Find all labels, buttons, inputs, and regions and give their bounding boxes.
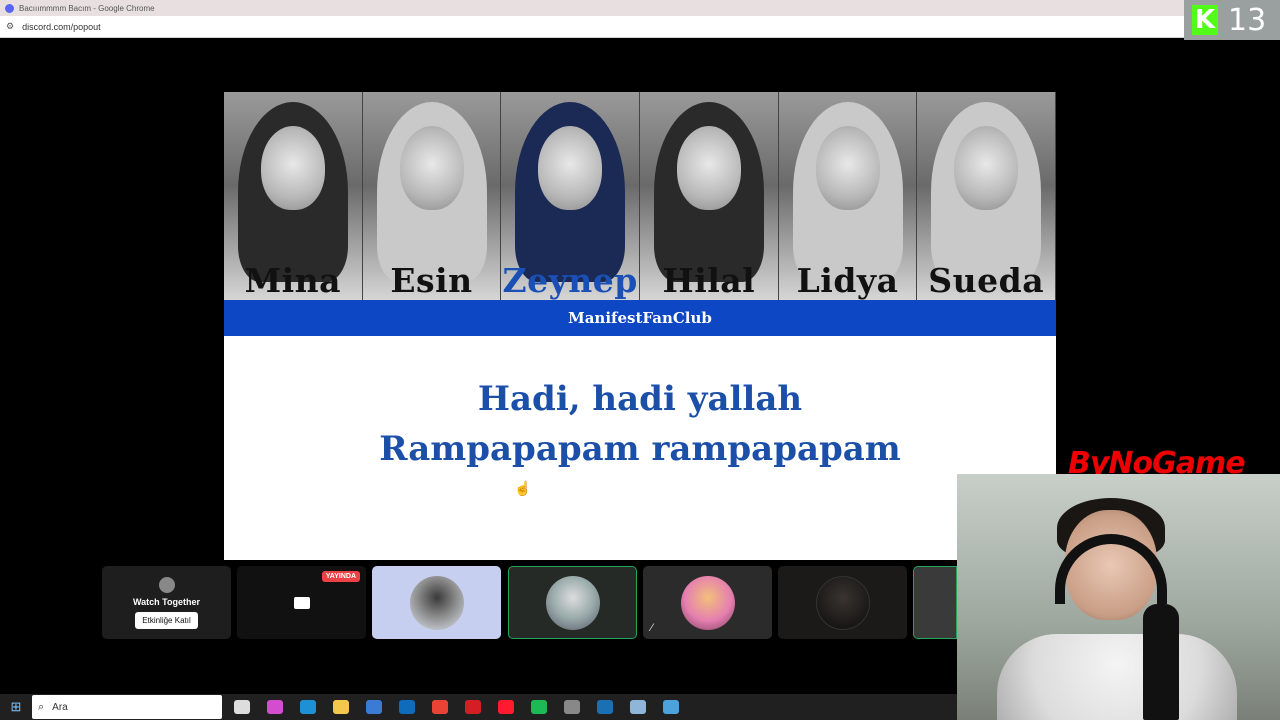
notepad-icon[interactable] <box>630 700 646 714</box>
participant-tile-partial[interactable] <box>913 566 957 639</box>
photo-name: Zeynep <box>502 261 638 300</box>
avatar <box>680 575 735 630</box>
opera-gx-icon[interactable] <box>498 700 514 714</box>
photo-mina: Mina <box>224 92 363 300</box>
photo-name: Hilal <box>662 261 756 300</box>
photo-sueda: Sueda <box>917 92 1056 300</box>
search-label: Ara <box>52 701 68 713</box>
face-shape <box>954 126 1019 210</box>
face-shape <box>399 126 464 210</box>
live-badge: YAYINDA <box>321 571 360 582</box>
file-explorer-icon[interactable] <box>333 700 349 714</box>
mic-muted-icon: ⁄ <box>651 622 653 634</box>
participant-tile[interactable] <box>372 566 501 639</box>
overlay-counter: 13 <box>1228 2 1267 38</box>
photo-name: Mina <box>244 261 342 300</box>
screen-share-icon <box>293 596 310 609</box>
join-activity-button[interactable]: Etkinliğe Katıl <box>135 611 198 629</box>
task-view-icon[interactable] <box>234 700 250 714</box>
stream-tile[interactable]: YAYINDA <box>237 566 366 639</box>
store-icon[interactable] <box>366 700 382 714</box>
avatar <box>545 575 600 630</box>
lyrics: Hadi, hadi yallah Rampapapam rampapapam <box>224 374 1056 474</box>
site-settings-icon[interactable]: ⚙ <box>6 21 14 32</box>
participant-tile[interactable] <box>778 566 907 639</box>
activity-icon <box>158 576 175 593</box>
photo-zeynep: Zeynep <box>501 92 641 300</box>
face-shape <box>538 126 603 210</box>
taskbar-apps <box>234 700 679 714</box>
photo-esin: Esin <box>362 92 502 300</box>
windows-taskbar: ⊞ ⌕ Ara <box>0 694 957 720</box>
chrome-icon[interactable] <box>432 700 448 714</box>
browser-title-bar: Bacııımmmm Bacım - Google Chrome <box>0 0 1280 16</box>
search-icon: ⌕ <box>38 700 45 713</box>
lyrics-line: Rampapapam rampapapam <box>379 429 901 469</box>
avatar <box>409 575 464 630</box>
avatar <box>815 575 870 630</box>
photo-lidya: Lidya <box>778 92 918 300</box>
streamer-webcam <box>957 474 1280 720</box>
photo-hilal: Hilal <box>640 92 779 300</box>
steam-icon[interactable] <box>597 700 613 714</box>
obs-icon[interactable] <box>564 700 580 714</box>
spotify-icon[interactable] <box>531 700 547 714</box>
kick-logo-icon: K <box>1192 5 1218 35</box>
watch-together-tile[interactable]: Watch Together Etkinliğe Katıl <box>102 566 231 639</box>
screen: Bacııımmmm Bacım - Google Chrome ⚙ disco… <box>0 0 1280 720</box>
watch-together-label: Watch Together <box>133 596 200 607</box>
url-text[interactable]: discord.com/popout <box>22 22 101 32</box>
hand-cursor-icon: ☝ <box>514 480 532 496</box>
webcam-body-shape <box>997 634 1237 720</box>
face-shape <box>260 126 325 210</box>
start-button[interactable]: ⊞ <box>0 694 32 720</box>
microphone-icon <box>1143 604 1179 720</box>
outlook-icon[interactable] <box>399 700 415 714</box>
face-shape <box>815 126 880 210</box>
taskbar-search[interactable]: ⌕ Ara <box>32 695 222 719</box>
kick-overlay-badge: K 13 <box>1184 0 1280 40</box>
copilot-icon[interactable] <box>267 700 283 714</box>
window-title: Bacııımmmm Bacım - Google Chrome <box>19 3 155 13</box>
edge-icon[interactable] <box>300 700 316 714</box>
shared-screen[interactable]: Mina Esin Zeynep Hilal Lidya Sueda Manif… <box>224 92 1056 560</box>
photo-name: Lidya <box>796 261 899 300</box>
app-icon[interactable] <box>663 700 679 714</box>
face-shape <box>676 126 741 210</box>
fanclub-banner: ManifestFanClub <box>224 300 1056 336</box>
opera-icon[interactable] <box>465 700 481 714</box>
address-bar[interactable]: ⚙ discord.com/popout <box>0 16 1280 38</box>
discord-icon <box>5 3 14 13</box>
photo-name: Esin <box>390 261 473 300</box>
lyrics-line: Hadi, hadi yallah <box>477 379 803 419</box>
participant-tile-speaking[interactable] <box>508 566 637 639</box>
photo-name: Sueda <box>928 261 1045 300</box>
photo-row: Mina Esin Zeynep Hilal Lidya Sueda <box>224 92 1056 300</box>
participant-tile[interactable]: ⁄ <box>643 566 772 639</box>
